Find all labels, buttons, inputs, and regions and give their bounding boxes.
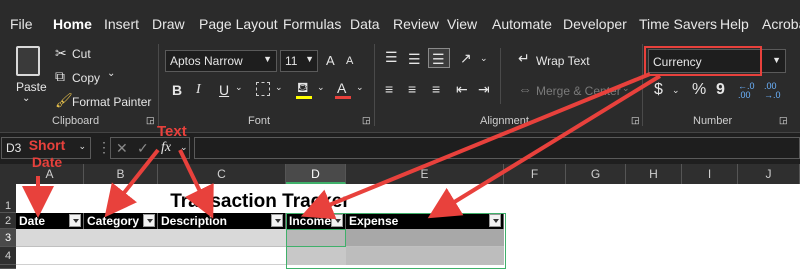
arrow-to-income bbox=[300, 72, 651, 220]
arrow-to-category bbox=[104, 148, 160, 218]
arrow-to-expense bbox=[427, 74, 662, 219]
annotation-arrows bbox=[22, 72, 662, 220]
arrow-to-description bbox=[178, 149, 214, 219]
